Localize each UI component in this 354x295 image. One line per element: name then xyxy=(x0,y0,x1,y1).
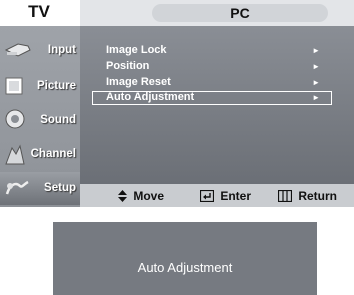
chevron-right-icon: ► xyxy=(312,78,320,87)
auto-adjustment-dialog: Auto Adjustment xyxy=(53,222,317,295)
nav-return-label: Return xyxy=(298,188,338,203)
nav-move[interactable]: Move xyxy=(118,188,164,203)
sound-icon xyxy=(5,109,25,129)
bottom-nav-bar: Move Enter Return xyxy=(80,184,354,207)
menu-item-label: Auto Adjustment xyxy=(106,91,195,103)
sidebar-item-sound[interactable]: Sound xyxy=(0,104,80,137)
sidebar-item-label: Sound xyxy=(40,114,76,126)
osd-header: TV PC xyxy=(0,0,354,26)
menu-item-label: Image Reset xyxy=(106,76,171,88)
sidebar: Input Picture Sound Channel Setup xyxy=(0,26,80,207)
section-header: PC xyxy=(80,0,354,26)
dialog-title: Auto Adjustment xyxy=(137,260,233,275)
picture-icon xyxy=(5,77,23,95)
menu-item-label: Image Lock xyxy=(106,44,167,56)
chevron-right-icon: ► xyxy=(312,46,320,55)
sidebar-item-channel[interactable]: Channel xyxy=(0,138,80,171)
section-title: PC xyxy=(230,5,250,21)
nav-enter[interactable]: Enter xyxy=(200,188,251,203)
nav-move-label: Move xyxy=(133,188,165,203)
enter-icon xyxy=(200,189,214,202)
input-icon xyxy=(4,43,31,57)
chevron-right-icon: ► xyxy=(312,93,320,102)
setup-icon xyxy=(5,180,29,195)
sidebar-item-input[interactable]: Input xyxy=(0,34,80,67)
menu-item-auto-adjustment[interactable]: Auto Adjustment ► xyxy=(92,91,332,105)
tv-title: TV xyxy=(28,2,50,21)
sidebar-item-label: Setup xyxy=(44,182,76,194)
updown-icon xyxy=(118,189,127,202)
menu-item-label: Position xyxy=(106,60,150,72)
pc-menu-panel: Image Lock ► Position ► Image Reset ► Au… xyxy=(80,26,354,184)
menu-return-icon xyxy=(278,189,292,202)
chevron-right-icon: ► xyxy=(312,62,320,71)
sidebar-item-label: Input xyxy=(47,44,76,56)
menu-item-position[interactable]: Position ► xyxy=(92,60,332,74)
nav-enter-label: Enter xyxy=(220,188,252,203)
nav-return[interactable]: Return xyxy=(278,188,337,203)
channel-icon xyxy=(5,144,25,165)
osd-menu: TV PC Input Picture Sound Channel Setup … xyxy=(0,0,354,207)
sidebar-item-setup[interactable]: Setup xyxy=(0,172,80,205)
sidebar-item-label: Channel xyxy=(30,148,76,160)
sidebar-item-picture[interactable]: Picture xyxy=(0,70,80,103)
menu-item-image-reset[interactable]: Image Reset ► xyxy=(92,76,332,90)
menu-item-image-lock[interactable]: Image Lock ► xyxy=(92,44,332,58)
sidebar-item-label: Picture xyxy=(37,80,76,92)
